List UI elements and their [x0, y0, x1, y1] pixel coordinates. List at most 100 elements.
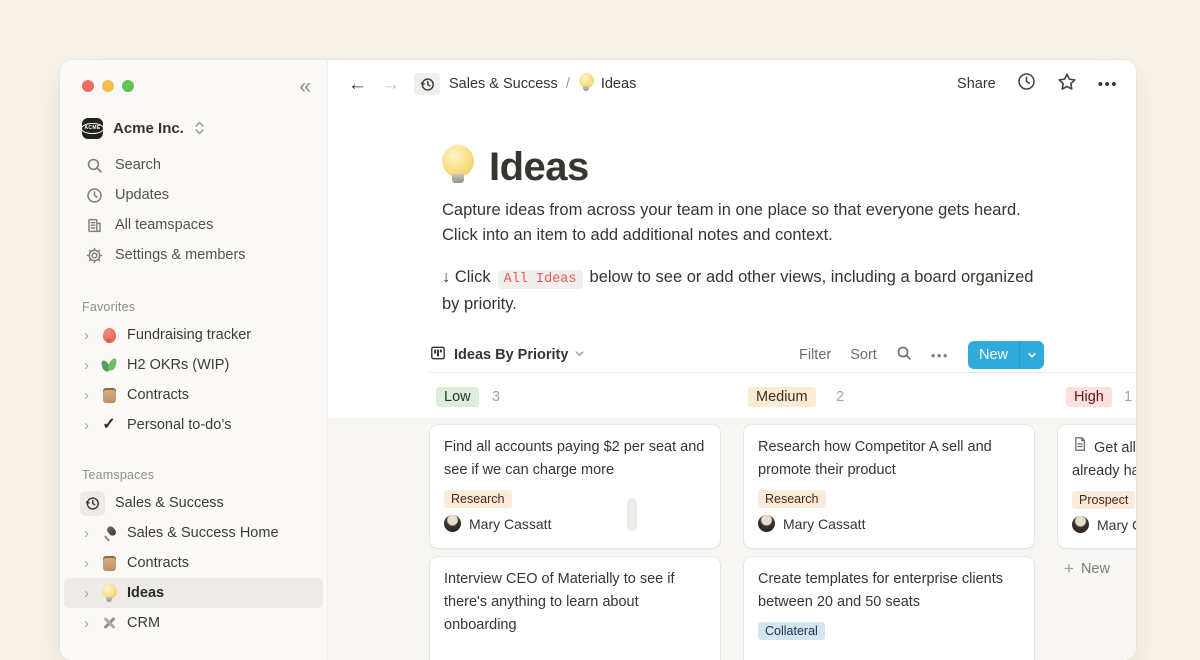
sidebar-item-label: Contracts	[127, 555, 189, 571]
card-title: Find all accounts paying $2 per seat and…	[444, 436, 706, 482]
board-area: Find all accounts paying $2 per seat and…	[328, 418, 1136, 660]
card-tag: Prospect	[1072, 491, 1135, 509]
star-icon[interactable]	[1057, 72, 1077, 97]
app-window: « ACME Acme Inc. Search Updates All team…	[60, 60, 1136, 660]
page-icon-bulb[interactable]	[442, 145, 474, 190]
scrollbar-thumb[interactable]	[627, 498, 637, 531]
sidebar-item-label: Updates	[115, 187, 169, 203]
board-card[interactable]: Create templates for enterprise clients …	[744, 557, 1034, 660]
search-icon[interactable]	[896, 345, 912, 366]
breadcrumb-separator: /	[566, 76, 570, 92]
card-title: Create templates for enterprise clients …	[758, 568, 1020, 614]
instruction-line2: by priority.	[442, 295, 517, 313]
scroll-icon	[99, 388, 119, 403]
sidebar-item-label: Fundraising tracker	[127, 327, 251, 343]
description-line: Capture ideas from across your team in o…	[442, 201, 1021, 219]
page-title-row: Ideas	[442, 143, 1136, 191]
page-title: Ideas	[489, 145, 589, 190]
history-icon[interactable]	[414, 73, 440, 95]
breadcrumb-page[interactable]: Ideas	[601, 76, 636, 92]
add-card-label: New	[1081, 561, 1110, 577]
sidebar-item-fundraising-tracker[interactable]: › Fundraising tracker	[60, 320, 327, 350]
person-name: Mary Cassatt	[783, 516, 865, 532]
clock-icon[interactable]	[1017, 72, 1036, 96]
inline-code-all-ideas: All Ideas	[498, 270, 583, 289]
chevron-right-icon[interactable]: ›	[84, 585, 99, 602]
column-count-medium: 2	[836, 389, 844, 405]
avatar	[758, 515, 775, 532]
sidebar-item-label: Settings & members	[115, 247, 246, 263]
person-name: Mary Cassatt	[469, 516, 551, 532]
sidebar-item-contracts-favorite[interactable]: › Contracts	[60, 380, 327, 410]
share-button[interactable]: Share	[957, 76, 996, 92]
view-name-button[interactable]: Ideas By Priority	[454, 347, 568, 363]
topbar-actions: Share •••	[957, 72, 1118, 97]
sidebar-item-search[interactable]: Search	[60, 150, 327, 180]
breadcrumb-root[interactable]: Sales & Success	[449, 76, 558, 92]
sidebar-item-h2-okrs[interactable]: › H2 OKRs (WIP)	[60, 350, 327, 380]
board-card[interactable]: Research how Competitor A sell and promo…	[744, 425, 1034, 548]
column-header-low[interactable]: Low	[436, 387, 479, 407]
sidebar-item-sales-success-home[interactable]: › Sales & Success Home	[60, 518, 327, 548]
more-options-icon[interactable]: •••	[1098, 76, 1118, 93]
workspace-switcher[interactable]: ACME Acme Inc.	[60, 114, 327, 142]
sidebar-item-label: Personal to-do’s	[127, 417, 232, 433]
sidebar-item-all-teamspaces[interactable]: All teamspaces	[60, 210, 327, 240]
sidebar-item-ideas[interactable]: › Ideas	[64, 578, 323, 608]
back-arrow-icon[interactable]: ←	[348, 75, 367, 94]
sidebar-item-settings[interactable]: Settings & members	[60, 240, 327, 270]
sidebar: « ACME Acme Inc. Search Updates All team…	[60, 60, 328, 660]
card-tag: Research	[444, 490, 512, 508]
sidebar-item-crm[interactable]: › CRM	[60, 608, 327, 638]
sidebar-item-contracts-teamspace[interactable]: › Contracts	[60, 548, 327, 578]
scroll-icon	[99, 556, 119, 571]
column-count-high: 1	[1124, 389, 1132, 405]
board-card[interactable]: Get all already ha Prospect Mary C	[1058, 425, 1136, 548]
history-icon	[80, 491, 105, 516]
instruction-prefix: ↓ Click	[442, 268, 491, 286]
new-button-chevron[interactable]	[1019, 341, 1044, 369]
column-count-low: 3	[492, 389, 500, 405]
minimize-button[interactable]	[102, 80, 114, 92]
sort-button[interactable]: Sort	[850, 347, 877, 363]
chevron-right-icon[interactable]: ›	[84, 615, 99, 632]
check-icon: ✓	[99, 417, 119, 433]
document-icon	[1072, 436, 1088, 460]
chevron-right-icon[interactable]: ›	[84, 555, 99, 572]
collapse-sidebar-icon[interactable]: «	[299, 76, 311, 97]
new-button[interactable]: New	[968, 341, 1019, 369]
add-card-button[interactable]: + New	[1064, 560, 1110, 577]
sidebar-item-personal-todos[interactable]: › ✓ Personal to-do’s	[60, 410, 327, 440]
sidebar-item-label: Sales & Success	[115, 495, 224, 511]
sidebar-item-label: Contracts	[127, 387, 189, 403]
column-header-medium[interactable]: Medium	[748, 387, 816, 407]
chevron-right-icon[interactable]: ›	[84, 357, 99, 374]
page-instruction: ↓ ClickAll Ideasbelow to see or add othe…	[442, 265, 1136, 317]
zoom-button[interactable]	[122, 80, 134, 92]
chevron-right-icon[interactable]: ›	[84, 525, 99, 542]
filter-button[interactable]: Filter	[799, 347, 831, 363]
sidebar-item-sales-and-success[interactable]: Sales & Success	[60, 488, 327, 518]
chevron-right-icon[interactable]: ›	[84, 417, 99, 434]
view-toolbar: Ideas By Priority Filter Sort ••• New	[430, 338, 1044, 372]
favorites-section-label: Favorites	[60, 300, 327, 320]
forward-arrow-icon[interactable]: →	[381, 75, 400, 94]
close-button[interactable]	[82, 80, 94, 92]
sidebar-item-label: All teamspaces	[115, 217, 213, 233]
chevron-right-icon[interactable]: ›	[84, 327, 99, 344]
person-name: Mary C	[1097, 517, 1136, 533]
search-icon	[84, 157, 104, 174]
column-header-high[interactable]: High	[1066, 387, 1112, 407]
board-card[interactable]: Interview CEO of Materially to see if th…	[430, 557, 720, 660]
sidebar-item-label: CRM	[127, 615, 160, 631]
view-more-options-icon[interactable]: •••	[931, 348, 949, 363]
chevron-down-icon[interactable]	[574, 346, 585, 364]
page-description: Capture ideas from across your team in o…	[442, 198, 1136, 248]
sidebar-item-updates[interactable]: Updates	[60, 180, 327, 210]
chevron-right-icon[interactable]: ›	[84, 387, 99, 404]
bulb-icon	[99, 584, 119, 602]
card-title: Get all	[1094, 437, 1136, 460]
board-card[interactable]: Find all accounts paying $2 per seat and…	[430, 425, 720, 548]
sidebar-menu: Search Updates All teamspaces Settings &…	[60, 150, 327, 270]
card-tag: Collateral	[758, 622, 825, 640]
